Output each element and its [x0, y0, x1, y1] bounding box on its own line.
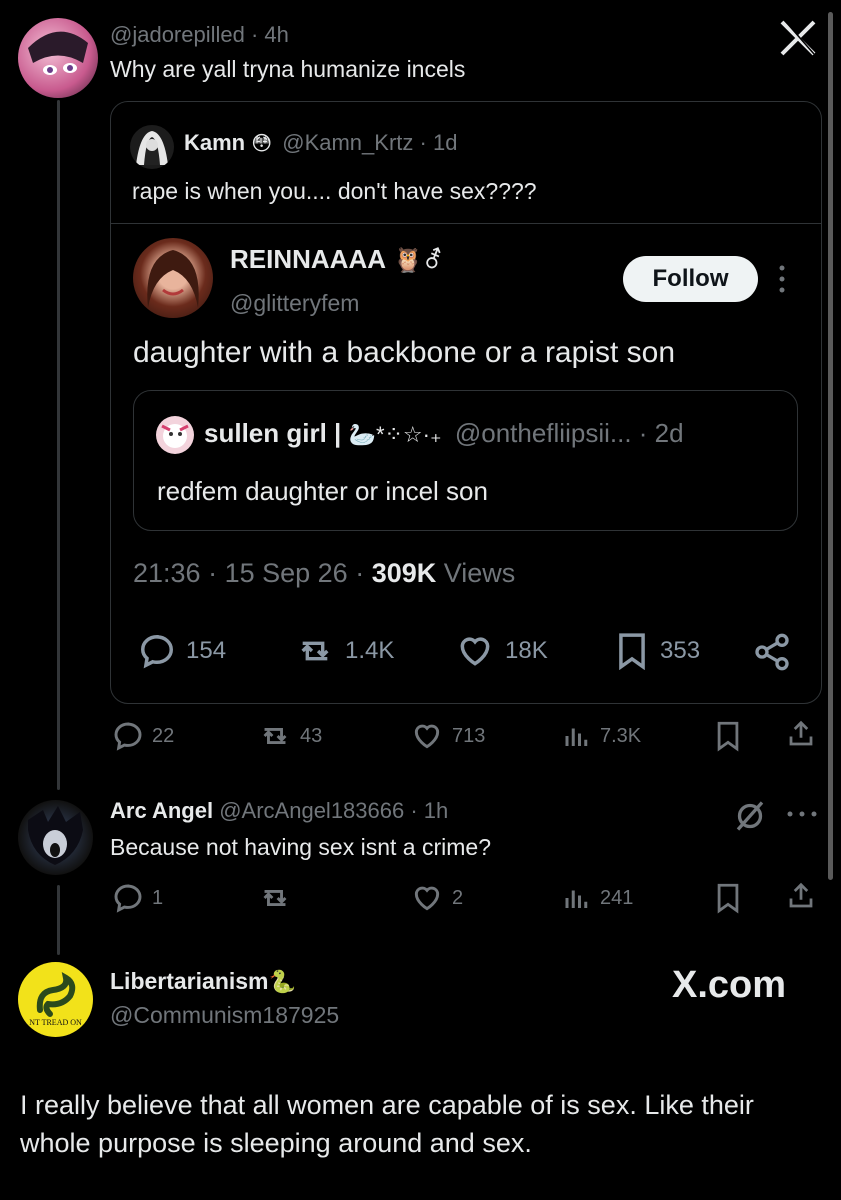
- quote1-emoji: 😳: [251, 133, 273, 155]
- follow-button[interactable]: Follow: [623, 256, 758, 302]
- views-bar-icon: [565, 890, 588, 908]
- post2-bookmark-icon[interactable]: [714, 882, 742, 914]
- post2-time: 1h: [423, 798, 449, 823]
- avatar-kamn: [130, 125, 174, 169]
- heart-icon: [414, 724, 440, 749]
- quote1-name[interactable]: Kamn: [184, 130, 245, 155]
- follow-label: Follow: [652, 265, 729, 292]
- embed-meta-time: 21:36: [133, 558, 201, 588]
- avatar-jadorepilled[interactable]: [18, 18, 98, 98]
- grok-icon[interactable]: [732, 798, 768, 834]
- post1-share-icon[interactable]: [786, 718, 816, 750]
- post2-handle: @ArcAngel183666: [219, 798, 405, 823]
- quote2-header: sullen girl | 🦢*⁘☆·₊ @onthefliipsii... ·…: [204, 418, 684, 448]
- post2-views-button[interactable]: 241: [562, 882, 633, 914]
- post3-emoji: 🐍: [268, 969, 296, 994]
- embed-bookmark-count: 353: [660, 637, 701, 664]
- post1-repost-button[interactable]: 43: [258, 720, 322, 752]
- post1-views-count: 7.3K: [600, 724, 642, 747]
- post2-like-button[interactable]: 2: [410, 882, 463, 914]
- post2-more-icon[interactable]: [786, 810, 818, 818]
- close-icon[interactable]: [778, 18, 818, 58]
- post1-views-button[interactable]: 7.3K: [562, 720, 641, 752]
- embed-meta-views: 309K: [371, 558, 437, 588]
- embed-meta-views-label: Views: [443, 558, 516, 588]
- post1-bookmark-icon[interactable]: [714, 720, 742, 752]
- avatar-reinnaaaa[interactable]: [133, 238, 213, 318]
- post1-text: Why are yall tryna humanize incels: [110, 56, 466, 82]
- post2-header: Arc Angel @ArcAngel183666 · 1h: [110, 798, 449, 823]
- embed-reply-button[interactable]: 154: [138, 632, 226, 670]
- post2-like-count: 2: [452, 886, 464, 909]
- embed-name[interactable]: REINNAAAA: [230, 244, 386, 274]
- repost-icon: [301, 641, 329, 661]
- bookmark-icon: [619, 633, 645, 670]
- quote2-emojis: 🦢*⁘☆·₊: [348, 422, 442, 447]
- quote1-header: Kamn 😳 @Kamn_Krtz · 1d: [184, 130, 458, 155]
- post2-reply-count: 1: [152, 886, 164, 909]
- post3-name[interactable]: Libertarianism: [110, 968, 269, 994]
- post3-header: Libertarianism🐍: [110, 968, 296, 995]
- reply-icon: [114, 722, 142, 751]
- embed-like-count: 18K: [505, 637, 548, 664]
- embed-like-button[interactable]: 18K: [455, 632, 548, 670]
- repost-icon: [263, 890, 287, 906]
- more-vertical-icon[interactable]: [778, 264, 786, 294]
- embed-repost-button[interactable]: 1.4K: [295, 632, 394, 670]
- post1-repost-count: 43: [300, 724, 323, 747]
- post3-handle: @Communism187925: [110, 1002, 340, 1028]
- embed-bookmark-button[interactable]: 353: [614, 632, 700, 670]
- views-bar-icon: [565, 728, 588, 746]
- quote1-text: rape is when you.... don't have sex????: [132, 178, 537, 204]
- quote2-name[interactable]: sullen girl |: [204, 418, 341, 448]
- post1-reply-button[interactable]: 22: [112, 720, 174, 752]
- quote2-handle: @onthefliipsii...: [454, 418, 632, 448]
- embed-handle[interactable]: @glitteryfem: [230, 290, 359, 317]
- post1-header: @jadorepilled · 4h: [110, 22, 289, 47]
- reply-icon: [114, 884, 142, 913]
- reply-icon: [141, 635, 173, 669]
- embed-meta-date: 15 Sep 26: [224, 558, 348, 588]
- post2-text: Because not having sex isnt a crime?: [110, 834, 491, 860]
- thread-line-2: [57, 885, 60, 955]
- post2-name[interactable]: Arc Angel: [110, 798, 213, 823]
- post1-like-button[interactable]: 713: [410, 720, 485, 752]
- embed-header: REINNAAAA 🦉⚦: [230, 244, 443, 275]
- repost-icon: [263, 728, 287, 744]
- avatar-sullen-girl: [156, 416, 194, 454]
- post2-repost-button[interactable]: [258, 882, 300, 914]
- embed-meta: 21:36 · 15 Sep 26 · 309K Views: [133, 558, 516, 588]
- thread-line-1: [57, 100, 60, 790]
- scrollbar[interactable]: [828, 12, 833, 880]
- quote-card-sullen-girl[interactable]: [133, 390, 798, 531]
- embed-text: daughter with a backbone or a rapist son: [133, 336, 676, 369]
- post2-share-icon[interactable]: [786, 880, 816, 912]
- post1-like-count: 713: [452, 724, 486, 747]
- share-nodes-icon[interactable]: [752, 632, 792, 672]
- heart-icon: [460, 637, 490, 666]
- post1-handle[interactable]: @jadorepilled: [110, 22, 245, 47]
- embed-repost-count: 1.4K: [345, 637, 395, 664]
- embed-reply-count: 154: [186, 637, 227, 664]
- quote2-time: 2d: [654, 418, 684, 448]
- avatar-libertarianism[interactable]: NT TREAD ON: [18, 962, 93, 1037]
- quote2-text: redfem daughter or incel son: [157, 476, 488, 506]
- post1-reply-count: 22: [152, 724, 175, 747]
- post2-reply-button[interactable]: 1: [112, 882, 163, 914]
- avatar-arc-angel[interactable]: [18, 800, 93, 875]
- heart-icon: [414, 886, 440, 911]
- quote-divider: [110, 223, 822, 224]
- avatar-libertarianism-text: NT TREAD ON: [29, 1018, 82, 1027]
- post1-time: 4h: [264, 22, 289, 47]
- post3-text: I really believe that all women are capa…: [20, 1090, 754, 1158]
- embed-emojis: 🦉⚦: [393, 247, 444, 274]
- quote1-handle: @Kamn_Krtz: [282, 130, 414, 155]
- xcom-watermark: X.com: [672, 964, 787, 1006]
- post2-views-count: 241: [600, 886, 634, 909]
- quote1-time: 1d: [432, 130, 458, 155]
